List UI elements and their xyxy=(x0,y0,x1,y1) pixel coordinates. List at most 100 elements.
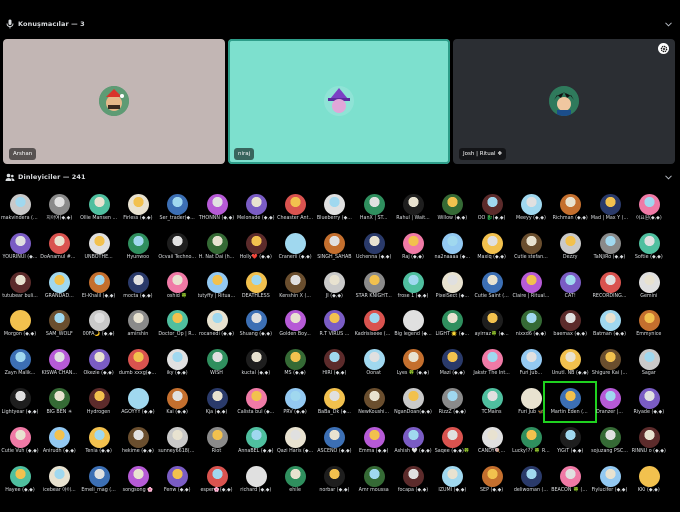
listener-tile[interactable]: Kai (◆,◆) xyxy=(159,387,195,419)
listener-tile[interactable]: Softie (◆,◆) xyxy=(631,232,667,264)
listener-tile[interactable]: Jakstr The Int... xyxy=(473,348,510,380)
listener-tile[interactable]: Furi Jub... xyxy=(513,348,549,380)
listener-tile[interactable]: TaNJiRo (◆,◆) xyxy=(592,232,628,264)
listener-tile[interactable]: YiGiT (◆,◆) xyxy=(552,426,588,458)
listener-tile[interactable]: SEP (◆,◆) xyxy=(474,465,510,497)
listener-tile[interactable]: Uchenna (◆,◆) xyxy=(356,232,392,264)
listener-tile[interactable]: YOURINUI (◆... xyxy=(2,232,38,264)
listener-tile[interactable]: richard (◆,◆) xyxy=(238,465,274,497)
listener-tile[interactable]: Unutl. NB (◆,◆) xyxy=(552,348,589,380)
listener-tile[interactable]: Golden Boy... xyxy=(277,309,313,341)
listener-tile[interactable]: Saqee (◆,◆)🍀 xyxy=(434,426,470,458)
listener-tile[interactable]: icebear 야이... xyxy=(41,465,77,497)
listener-tile[interactable]: Martin Eden (... xyxy=(543,381,598,423)
listener-tile[interactable]: Ollie Mansen ... xyxy=(80,193,117,225)
listener-tile[interactable]: Morgon (◆,◆) xyxy=(2,309,38,341)
listener-tile[interactable]: WISH xyxy=(199,348,235,380)
listener-tile[interactable]: PRV (◆,◆) xyxy=(277,387,313,419)
listener-tile[interactable]: RizzZ (◆,◆) xyxy=(434,387,470,419)
listener-tile[interactable]: Furi Jub 🦋 xyxy=(513,387,549,419)
listener-tile[interactable]: Kenshin X (... xyxy=(277,271,313,303)
listener-tile[interactable]: Shigure Kai (... xyxy=(592,348,628,380)
listener-tile[interactable]: NewKoushi... xyxy=(356,387,392,419)
listener-tile[interactable]: mocta (◆,◆) xyxy=(120,271,156,303)
listener-tile[interactable]: Calista bul (◆... xyxy=(237,387,274,419)
listener-tile[interactable]: Amr moussa xyxy=(356,465,392,497)
listener-tile[interactable]: CAT! xyxy=(552,271,588,303)
listener-tile[interactable]: 00FA🌙 (◆,◆) xyxy=(81,309,117,341)
speakers-section-header[interactable]: Konuşmacılar — 3 xyxy=(0,16,680,32)
listener-tile[interactable]: Cutie Saint (... xyxy=(474,271,510,303)
listener-tile[interactable]: tutubear buli... xyxy=(2,271,38,303)
listener-tile[interactable]: STAR KNIGHT... xyxy=(356,271,392,303)
listener-tile[interactable]: Riot xyxy=(199,426,235,458)
listener-tile[interactable]: LIGHT 🌟 (◆... xyxy=(434,309,470,341)
listener-tile[interactable]: BIG BEN ☀ xyxy=(41,387,77,419)
listener-tile[interactable]: AGOYYY (◆,◆) xyxy=(120,387,156,419)
listener-tile[interactable]: Cutie Vuh (◆,◆) xyxy=(1,426,39,458)
listener-tile[interactable]: CANDY🍭... xyxy=(474,426,510,458)
listener-tile[interactable]: Lyes 🍀 (◆,◆) xyxy=(395,348,431,380)
listener-tile[interactable]: Claire | Ritual... xyxy=(512,271,549,303)
listener-tile[interactable]: BaBa_Dk (◆... xyxy=(316,387,352,419)
listener-tile[interactable]: Cutie stefan... xyxy=(513,232,549,264)
listener-tile[interactable]: RECORDING... xyxy=(592,271,628,303)
listener-tile[interactable]: HIRI (◆,◆) xyxy=(316,348,352,380)
listener-tile[interactable]: na2naaaa (◆... xyxy=(434,232,470,264)
listener-tile[interactable]: Mad | Max Y (... xyxy=(591,193,628,225)
listener-tile[interactable]: tutyffy | Ritual... xyxy=(198,271,236,303)
listener-tile[interactable]: PixelSect (◆... xyxy=(434,271,470,303)
listener-tile[interactable]: baemax (◆,◆) xyxy=(552,309,588,341)
listener-tile[interactable]: amirshin xyxy=(120,309,156,341)
listener-tile[interactable]: RINNU o (◆,◆) xyxy=(631,426,667,458)
listener-tile[interactable]: Hayee (◆,◆) xyxy=(2,465,38,497)
listener-tile[interactable]: DoAnamul #0... xyxy=(40,232,78,264)
listener-tile[interactable]: Fenw (◆,◆) xyxy=(159,465,195,497)
listener-tile[interactable]: Lightyear (◆,◆) xyxy=(2,387,38,419)
listener-tile[interactable]: Cheaster Ant... xyxy=(277,193,313,225)
listener-tile[interactable]: 이요원(◆,◆) xyxy=(631,193,667,225)
listener-tile[interactable]: Ocvaii Techno... xyxy=(158,232,196,264)
listener-tile[interactable]: Ser_trader(◆... xyxy=(159,193,195,225)
listener-tile[interactable]: R.T VIRUS ... xyxy=(316,309,352,341)
listener-tile[interactable]: TCMains xyxy=(474,387,510,419)
listener-tile[interactable]: Emmynice xyxy=(631,309,667,341)
listener-tile[interactable]: Willow (◆,◆) xyxy=(434,193,470,225)
listener-tile[interactable]: Kja (◆,◆) xyxy=(199,387,235,419)
listener-tile[interactable]: Dezzy xyxy=(552,232,588,264)
listener-tile[interactable]: Dranzer |... xyxy=(592,387,628,419)
listener-tile[interactable]: sunney6618(◆... xyxy=(158,426,196,458)
listener-tile[interactable]: AnnaBEL (◆,◆) xyxy=(238,426,274,458)
listener-tile[interactable]: Lucky!?? 🍀 R... xyxy=(512,426,550,458)
settings-gear-icon[interactable] xyxy=(658,43,669,54)
listener-tile[interactable]: Cranerii (◆,◆) xyxy=(277,232,313,264)
listener-tile[interactable]: makvindera (◆,◆) xyxy=(1,193,39,225)
listener-tile[interactable]: Blueberry (◆... xyxy=(316,193,352,225)
listener-tile[interactable]: Oonat xyxy=(356,348,392,380)
listener-tile[interactable]: IZUMI (◆,◆) xyxy=(434,465,470,497)
listener-tile[interactable]: Hyunwoo xyxy=(120,232,156,264)
listener-tile[interactable]: Emma (◆,◆) xyxy=(356,426,392,458)
listener-tile[interactable]: ehile xyxy=(277,465,313,497)
speaker-tile-arshan[interactable]: Arshan xyxy=(3,39,225,164)
chevron-down-icon[interactable] xyxy=(664,20,672,28)
listener-tile[interactable]: ASCENO (◆,◆) xyxy=(316,426,352,458)
speaker-tile-josh[interactable]: Josh | Ritual ❖ xyxy=(453,39,675,164)
listener-tile[interactable]: Mazi (◆,◆) xyxy=(434,348,470,380)
listener-tile[interactable]: Kadrisiseee (◆... xyxy=(355,309,393,341)
listener-tile[interactable]: Sagar xyxy=(631,348,667,380)
listener-tile[interactable]: BEACON 🍀 (◆... xyxy=(551,465,589,497)
listener-tile[interactable]: Emeli_mag (... xyxy=(81,465,117,497)
listener-tile[interactable]: 지아여(◆,◆) xyxy=(41,193,77,225)
listener-tile[interactable]: Maxiq (◆,◆) xyxy=(474,232,510,264)
listener-tile[interactable]: sojuzang PSC... xyxy=(591,426,628,458)
listener-tile[interactable]: KISWA CHAN... xyxy=(41,348,77,380)
listener-tile[interactable]: Big legend (◆... xyxy=(394,309,432,341)
listener-tile[interactable]: Batman (◆,◆) xyxy=(592,309,628,341)
listener-tile[interactable]: deliwoman (... xyxy=(513,465,549,497)
listener-tile[interactable]: H. Nat Dai (h... xyxy=(199,232,235,264)
listener-tile[interactable]: Shuang (◆,◆) xyxy=(238,309,274,341)
listener-tile[interactable]: Tenia (◆,◆) xyxy=(81,426,117,458)
listener-tile[interactable]: dumb xxxg(◆,◆) xyxy=(119,348,157,380)
listener-tile[interactable]: Rahul | Wait... xyxy=(395,193,431,225)
